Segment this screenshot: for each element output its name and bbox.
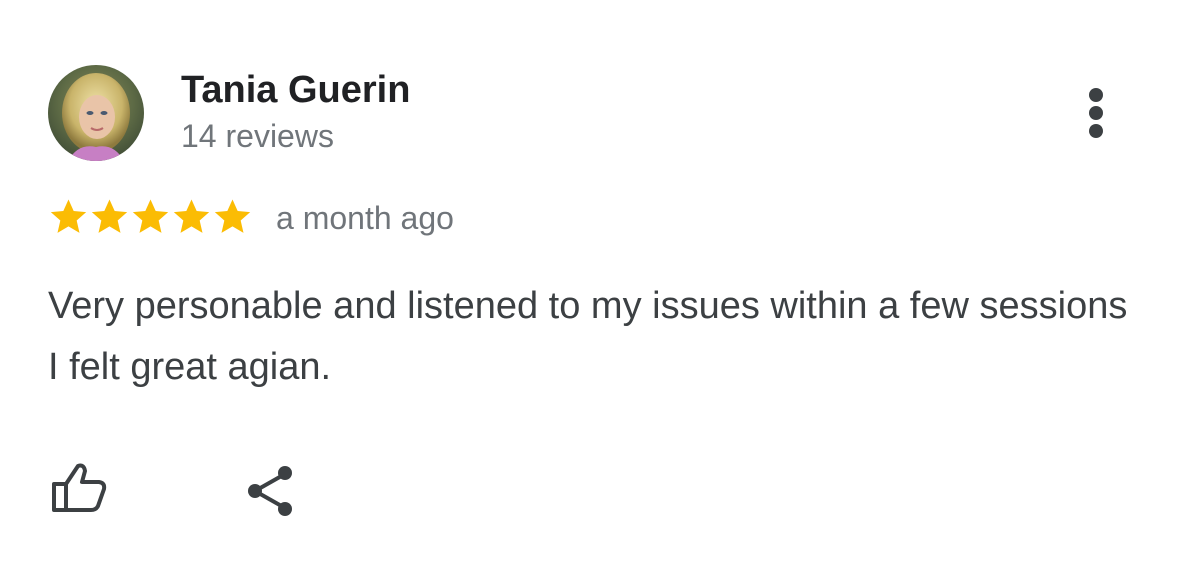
thumb-up-icon (52, 463, 107, 512)
share-icon (248, 466, 292, 516)
star-icon (50, 199, 87, 233)
like-button[interactable] (50, 462, 108, 514)
star-icon (173, 199, 210, 233)
review-text: Very personable and listened to my issue… (48, 285, 1128, 388)
avatar-photo (48, 65, 144, 161)
more-vert-icon-dot-3 (1089, 124, 1103, 138)
review-time: a month ago (276, 200, 454, 236)
star-rating (48, 197, 253, 237)
more-options-button[interactable] (1076, 82, 1116, 144)
reviewer-name[interactable]: Tania Guerin (181, 66, 410, 114)
more-vert-icon-dot-2 (1089, 106, 1103, 120)
avatar[interactable] (48, 65, 144, 161)
more-vert-icon (1089, 88, 1103, 102)
star-icon (214, 199, 251, 233)
review-count[interactable]: 14 reviews (181, 115, 334, 157)
star-icon (91, 199, 128, 233)
review-card: Tania Guerin 14 reviews a month ago Very… (0, 0, 1179, 577)
share-button[interactable] (245, 464, 295, 518)
star-icon (132, 199, 169, 233)
